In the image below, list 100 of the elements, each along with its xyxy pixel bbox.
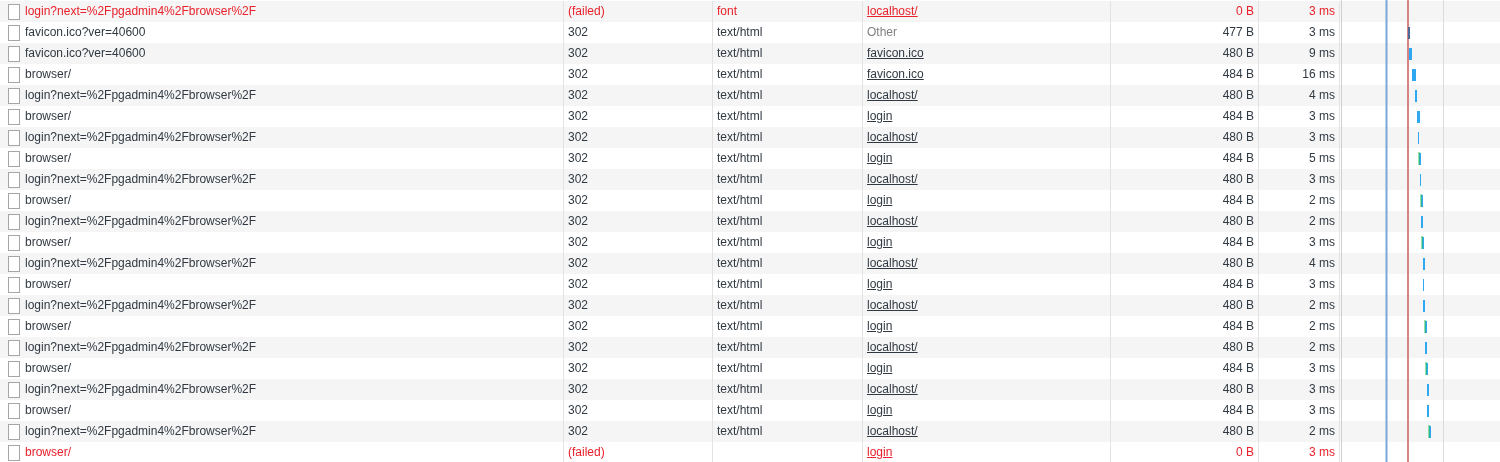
request-name[interactable]: login?next=%2Fpgadmin4%2Fbrowser%2F [25,421,257,442]
request-name[interactable]: login?next=%2Fpgadmin4%2Fbrowser%2F [25,253,257,274]
initiator-link[interactable]: login [867,193,893,207]
size-text: 484 B [1222,277,1254,291]
status-text: 302 [568,172,589,186]
time-text: 4 ms [1309,88,1335,102]
request-name[interactable]: login?next=%2Fpgadmin4%2Fbrowser%2F [25,169,257,190]
type-text: text/html [717,340,763,354]
size-text: 0 B [1236,4,1254,18]
initiator-link[interactable]: localhost/ [867,214,918,228]
type-text: text/html [717,361,763,375]
request-name[interactable]: login?next=%2Fpgadmin4%2Fbrowser%2F [25,337,257,358]
initiator-link[interactable]: localhost/ [867,88,918,102]
initiator-link[interactable]: localhost/ [867,340,918,354]
request-name[interactable]: browser/ [25,358,71,379]
status-text: 302 [568,256,589,270]
type-text: text/html [717,382,763,396]
request-name[interactable]: login?next=%2Fpgadmin4%2Fbrowser%2F [25,295,257,316]
time-text: 2 ms [1309,298,1335,312]
initiator-link[interactable]: localhost/ [867,172,918,186]
size-text: 480 B [1222,88,1254,102]
type-text: text/html [717,424,763,438]
time-text: 3 ms [1309,235,1335,249]
initiator-link[interactable]: localhost/ [867,4,918,18]
status-text: 302 [568,319,589,333]
size-text: 480 B [1222,424,1254,438]
time-text: 2 ms [1309,214,1335,228]
request-name[interactable]: browser/ [25,64,71,85]
initiator-link[interactable]: favicon.ico [867,46,924,60]
size-text: 480 B [1222,46,1254,60]
initiator-link[interactable]: login [867,319,893,333]
size-text: 480 B [1222,256,1254,270]
initiator-link[interactable]: login [867,151,893,165]
status-text: 302 [568,25,589,39]
initiator-link[interactable]: login [867,361,893,375]
request-name[interactable]: login?next=%2Fpgadmin4%2Fbrowser%2F [25,1,257,22]
initiator-link[interactable]: login [867,235,893,249]
time-text: 4 ms [1309,256,1335,270]
initiator-link[interactable]: favicon.ico [867,67,924,81]
time-text: 3 ms [1309,109,1335,123]
status-text: 302 [568,67,589,81]
type-text: text/html [717,214,763,228]
initiator-link[interactable]: localhost/ [867,256,918,270]
initiator-link[interactable]: login [867,445,893,459]
request-name[interactable]: browser/ [25,316,71,337]
request-name[interactable]: browser/ [25,190,71,211]
initiator-link[interactable]: localhost/ [867,424,918,438]
time-text: 3 ms [1309,361,1335,375]
type-text: text/html [717,130,763,144]
initiator-link[interactable]: localhost/ [867,298,918,312]
status-text: 302 [568,46,589,60]
initiator-link[interactable]: login [867,109,893,123]
size-text: 480 B [1222,130,1254,144]
type-text: text/html [717,235,763,249]
type-text: text/html [717,277,763,291]
request-name[interactable]: login?next=%2Fpgadmin4%2Fbrowser%2F [25,127,257,148]
request-name[interactable]: browser/ [25,148,71,169]
size-text: 480 B [1222,340,1254,354]
type-text: text/html [717,46,763,60]
type-text: text/html [717,88,763,102]
status-text: 302 [568,151,589,165]
request-name[interactable]: login?next=%2Fpgadmin4%2Fbrowser%2F [25,85,257,106]
request-name[interactable]: login?next=%2Fpgadmin4%2Fbrowser%2F [25,211,257,232]
initiator-link[interactable]: localhost/ [867,130,918,144]
size-text: 0 B [1236,445,1254,459]
time-text: 3 ms [1309,277,1335,291]
request-name[interactable]: favicon.ico?ver=40600 [25,22,146,43]
type-text: font [717,4,737,18]
initiator-link[interactable]: localhost/ [867,382,918,396]
time-text: 3 ms [1309,25,1335,39]
request-name[interactable]: browser/ [25,106,71,127]
time-text: 3 ms [1309,382,1335,396]
size-text: 480 B [1222,298,1254,312]
size-text: 484 B [1222,235,1254,249]
request-name[interactable]: browser/ [25,400,71,421]
time-text: 5 ms [1309,151,1335,165]
initiator-link[interactable]: login [867,277,893,291]
time-text: 2 ms [1309,193,1335,207]
request-name[interactable]: browser/ [25,232,71,253]
request-name[interactable]: browser/ [25,442,71,462]
request-name[interactable]: favicon.ico?ver=40600 [25,43,146,64]
size-text: 484 B [1222,361,1254,375]
time-text: 3 ms [1309,403,1335,417]
status-text: 302 [568,382,589,396]
status-text: 302 [568,298,589,312]
status-text: 302 [568,88,589,102]
size-text: 484 B [1222,193,1254,207]
status-text: 302 [568,235,589,249]
request-name[interactable]: login?next=%2Fpgadmin4%2Fbrowser%2F [25,379,257,400]
size-text: 484 B [1222,319,1254,333]
status-text: 302 [568,340,589,354]
size-text: 480 B [1222,172,1254,186]
time-text: 3 ms [1309,4,1335,18]
time-text: 2 ms [1309,424,1335,438]
time-text: 2 ms [1309,319,1335,333]
initiator-link[interactable]: login [867,403,893,417]
time-text: 16 ms [1302,67,1335,81]
type-text: text/html [717,151,763,165]
request-name[interactable]: browser/ [25,274,71,295]
type-text: text/html [717,403,763,417]
